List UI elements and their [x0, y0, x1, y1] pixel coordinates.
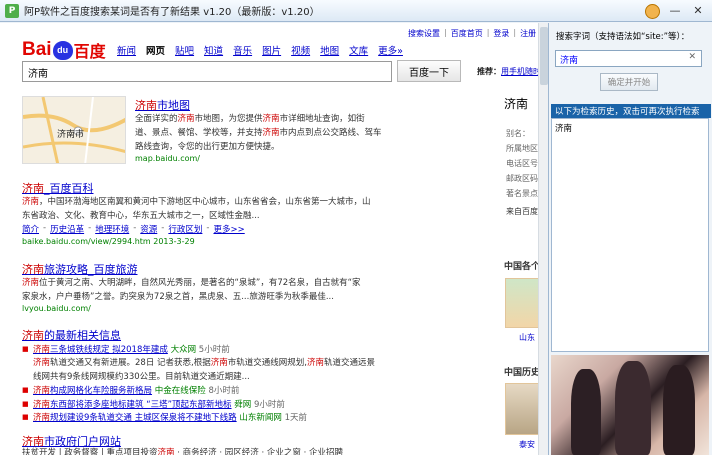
result-url: baike.baidu.com/view/2994.htm 2013-3-29: [22, 237, 195, 246]
nav-wenku[interactable]: 文库: [349, 43, 368, 57]
clear-icon[interactable]: ✕: [688, 52, 696, 62]
skin-icon: [644, 3, 660, 19]
history-item[interactable]: 济南: [555, 122, 572, 134]
sublink-resources[interactable]: 资源: [140, 223, 157, 235]
sublink-geography[interactable]: 地理环境: [95, 223, 129, 235]
nav-news[interactable]: 新闻: [117, 43, 136, 57]
paw-icon: du: [52, 40, 73, 60]
result-snippet: 全面详实的济南市地图，为您提供济南市详细地址查询，如街 道、景点、餐馆、学校等，…: [135, 114, 382, 152]
related-map-image[interactable]: [505, 278, 539, 328]
result-sublinks: 简介 - 历史沿革 - 地理环境 - 资源 - 行政区划 - 更多>>: [22, 223, 245, 235]
app-icon: P: [5, 3, 19, 18]
related-heading: 中国各个: [504, 262, 541, 272]
news-item: 济南规划建设9条轨道交通 主城区保泉将不建地下线路 山东新闻网 1天前: [33, 413, 307, 423]
login-link[interactable]: 登录: [493, 28, 509, 39]
history-header: 以下为检索历史，双击可再次执行检索: [551, 104, 711, 118]
related-caption[interactable]: 泰安: [519, 439, 535, 450]
news-item: 济南构成网格化车险服务新格局 中金在线保险 8小时前: [33, 386, 240, 396]
search-term-label: 搜索字词（支持语法如“site:”等）：: [556, 32, 690, 42]
search-settings-link[interactable]: 搜索设置: [408, 28, 440, 39]
close-button[interactable]: ✕: [688, 2, 708, 19]
knowledge-source: 来自百度: [506, 207, 538, 216]
related-photo-image[interactable]: [505, 383, 539, 435]
result-snippet: 济南位于黄河之南、大明湖畔，自然风光秀丽，是著名的“泉城”，有72名泉，自古就有…: [22, 278, 361, 302]
news-item: 济南三条城铁线规定 拟2018年建成 大众网 5小时前: [33, 345, 230, 355]
news-bullet-icon: ■: [22, 345, 29, 353]
baidu-home-link[interactable]: 百度首页: [451, 28, 483, 39]
nav-zhidao[interactable]: 知道: [204, 43, 223, 57]
result-title[interactable]: 济南旅游攻略_百度旅游: [22, 261, 138, 277]
result-snippet: 济南，中国环渤海地区南翼和黄河中下游地区中心城市，山东省省会，山东省第一大城市，…: [22, 197, 371, 221]
top-links: 搜索设置 | 百度首页 | 登录 | 注册: [408, 28, 537, 39]
start-button[interactable]: 确定并开始: [600, 73, 658, 91]
result-snippet: 扶贫开发 | 政务督察 | 重点项目投资济南 · 商务经济 · 园区经济 · 企…: [22, 448, 343, 455]
sublink-intro[interactable]: 简介: [22, 223, 39, 235]
window-title: 阿P软件之百度搜索某词是否有了新结果 v1.20（最新版：v1.20）: [24, 7, 320, 18]
knowledge-attr: 著名景点: [506, 189, 538, 198]
nav-video[interactable]: 视频: [291, 43, 310, 57]
news-title[interactable]: 济南的最新相关信息: [22, 327, 121, 343]
news-bullet-icon: ■: [22, 400, 29, 408]
knowledge-title[interactable]: 济南: [504, 95, 528, 112]
nav-music[interactable]: 音乐: [233, 43, 252, 57]
register-link[interactable]: 注册: [520, 28, 536, 39]
news-item: 济南东西部将添多座地标建筑 “三塔”顶起东部新地标 舜网 9小时前: [33, 400, 285, 410]
recommend: 推荐：用手机随时: [477, 67, 541, 76]
result-title[interactable]: 济南市地图: [135, 97, 190, 113]
nav-web[interactable]: 网页: [146, 43, 165, 57]
search-button[interactable]: 百度一下: [397, 60, 461, 82]
ad-image[interactable]: [551, 355, 709, 455]
sublink-more[interactable]: 更多>>: [213, 223, 244, 235]
scrollbar-thumb[interactable]: [540, 27, 548, 85]
result-url: lvyou.baidu.com/: [22, 304, 91, 313]
map-thumbnail[interactable]: 济南市: [22, 96, 126, 164]
news-bullet-icon: ■: [22, 386, 29, 394]
title-bar: P 阿P软件之百度搜索某词是否有了新结果 v1.20（最新版：v1.20） — …: [0, 0, 712, 22]
knowledge-attr: 电话区号: [506, 159, 538, 168]
search-term-input[interactable]: 济南 ✕: [555, 50, 702, 67]
history-list[interactable]: 济南: [551, 118, 709, 352]
nav-bar: 新闻 网页 贴吧 知道 音乐 图片 视频 地图 文库 更多»: [117, 43, 403, 57]
sublink-division[interactable]: 行政区划: [168, 223, 202, 235]
related-heading: 中国历史: [504, 368, 541, 378]
nav-images[interactable]: 图片: [262, 43, 281, 57]
nav-more[interactable]: 更多»: [378, 43, 403, 57]
nav-map[interactable]: 地图: [320, 43, 339, 57]
news-snippet: 济南轨道交通又有新进展。28日 记者获悉,根据济南市轨道交通线网规划,济南轨道交…: [33, 358, 375, 382]
sublink-history[interactable]: 历史沿革: [50, 223, 84, 235]
knowledge-attr: 邮政区码: [506, 174, 538, 183]
recommend-link[interactable]: 用手机随时: [501, 67, 541, 76]
minimize-button[interactable]: —: [665, 2, 685, 19]
search-input[interactable]: 济南: [22, 61, 392, 82]
result-title[interactable]: 济南_百度百科: [22, 180, 94, 196]
knowledge-attr: 所属地区: [506, 144, 538, 153]
browser-view: 搜索设置 | 百度首页 | 登录 | 注册 Bai du 百度 新闻 网页 贴吧 知道…: [0, 23, 549, 455]
baidu-logo[interactable]: Bai du 百度: [22, 38, 106, 62]
window-controls: — ✕: [642, 2, 708, 19]
result-url: map.baidu.com/: [135, 154, 200, 163]
news-bullet-icon: ■: [22, 413, 29, 421]
browser-scrollbar[interactable]: [538, 23, 548, 455]
map-label: 济南市: [57, 130, 85, 140]
nav-tieba[interactable]: 贴吧: [175, 43, 194, 57]
related-caption[interactable]: 山东: [519, 332, 535, 343]
knowledge-attr: 别名：: [506, 129, 530, 138]
skin-button[interactable]: [642, 2, 662, 19]
